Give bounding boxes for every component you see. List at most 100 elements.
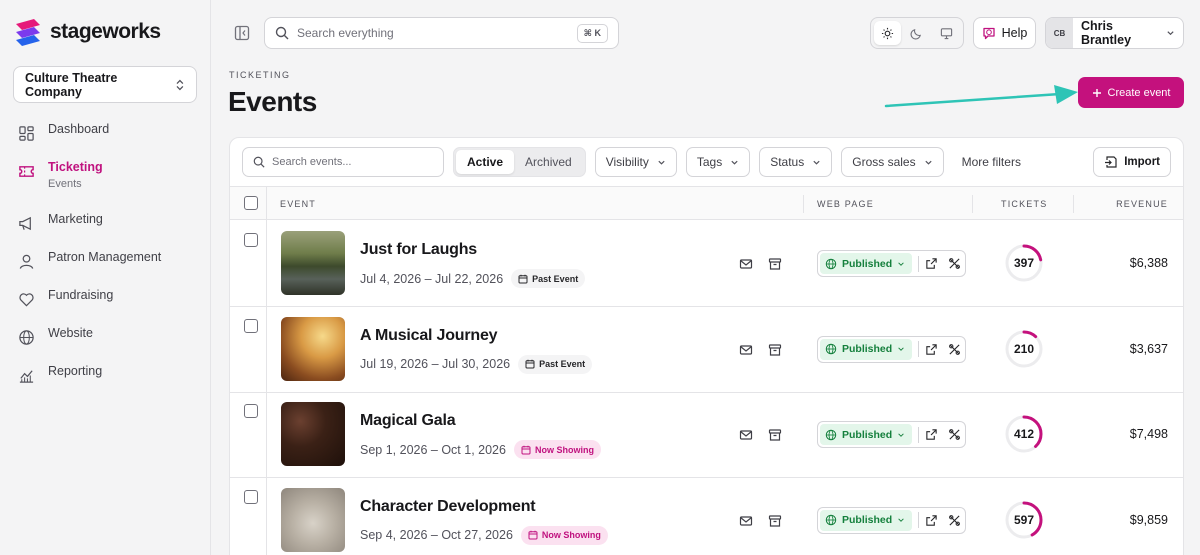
page-builder-icon[interactable]	[948, 257, 961, 270]
row-checkbox[interactable]	[244, 233, 258, 247]
web-status-select[interactable]: Published	[820, 509, 912, 531]
page-builder-icon[interactable]	[948, 514, 961, 527]
event-search-input[interactable]: Search events...	[242, 147, 444, 177]
event-thumbnail[interactable]	[281, 402, 345, 466]
sidebar-item-ticketing[interactable]: Ticketing Events	[18, 160, 198, 212]
event-thumbnail[interactable]	[281, 231, 345, 295]
external-link-icon[interactable]	[925, 343, 938, 356]
dark-theme-button[interactable]	[903, 21, 930, 45]
status-filter[interactable]: Status	[759, 147, 833, 177]
email-icon[interactable]	[739, 343, 753, 357]
web-status-select[interactable]: Published	[820, 338, 912, 360]
monitor-icon	[940, 27, 952, 39]
help-button[interactable]: Help	[973, 17, 1036, 49]
status-badge-label: Now Showing	[541, 530, 601, 540]
search-icon	[275, 26, 289, 40]
archive-icon[interactable]	[768, 257, 782, 271]
event-thumbnail[interactable]	[281, 316, 345, 381]
event-dates: Sep 1, 2026 – Oct 1, 2026 Now Showing	[360, 440, 601, 459]
event-thumbnail[interactable]	[281, 487, 345, 552]
import-label: Import	[1124, 156, 1160, 168]
sidebar-item-marketing[interactable]: Marketing	[18, 212, 198, 250]
collapse-sidebar-icon[interactable]	[233, 24, 251, 42]
tags-filter-label: Tags	[696, 155, 723, 169]
external-link-icon[interactable]	[925, 514, 938, 527]
page-builder-icon[interactable]	[948, 343, 961, 356]
table-row[interactable]: Just for Laughs Jul 4, 2026 – Jul 22, 20…	[230, 221, 1183, 307]
chevron-down-icon	[731, 160, 738, 165]
brand-logo[interactable]: stageworks	[12, 16, 161, 48]
web-status-label: Published	[842, 428, 893, 441]
system-theme-button[interactable]	[933, 21, 960, 45]
event-date-range: Sep 4, 2026 – Oct 27, 2026	[360, 528, 513, 542]
tab-archived[interactable]: Archived	[514, 150, 583, 174]
event-date-range: Jul 4, 2026 – Jul 22, 2026	[360, 271, 504, 286]
email-icon[interactable]	[739, 514, 753, 528]
table-row[interactable]: Magical Gala Sep 1, 2026 – Oct 1, 2026 N…	[230, 392, 1183, 478]
event-name[interactable]: A Musical Journey	[360, 327, 498, 345]
more-filters-button[interactable]: More filters	[962, 155, 1021, 169]
external-link-icon[interactable]	[925, 257, 938, 270]
archive-icon[interactable]	[768, 428, 782, 442]
table-row[interactable]: Character Development Sep 4, 2026 – Oct …	[230, 477, 1183, 555]
import-button[interactable]: Import	[1093, 147, 1171, 177]
sidebar-item-patron-management[interactable]: Patron Management	[18, 250, 198, 288]
sidebar-item-reporting[interactable]: Reporting	[18, 364, 198, 402]
web-status-select[interactable]: Published	[820, 424, 912, 445]
organization-name: Culture Theatre Company	[25, 70, 118, 99]
archive-icon[interactable]	[768, 343, 782, 357]
visibility-filter[interactable]: Visibility	[594, 147, 677, 177]
search-icon	[253, 156, 265, 168]
archive-icon[interactable]	[768, 514, 782, 528]
email-icon[interactable]	[739, 257, 753, 271]
create-event-button[interactable]: Create event	[1078, 77, 1184, 108]
column-header-event[interactable]: EVENT	[280, 199, 316, 209]
chevron-down-icon	[658, 160, 665, 165]
revenue-value: $6,388	[1129, 256, 1168, 270]
global-search-placeholder: Search everything	[297, 26, 394, 40]
event-dates: Jul 19, 2026 – Jul 30, 2026 Past Event	[360, 354, 593, 374]
row-checkbox[interactable]	[244, 404, 258, 418]
select-all-checkbox[interactable]	[244, 196, 258, 210]
gross-sales-filter[interactable]: Gross sales	[841, 147, 944, 177]
web-status-select[interactable]: Published	[820, 253, 912, 274]
global-search-input[interactable]: Search everything ⌘ K	[264, 17, 619, 49]
status-badge-label: Past Event	[539, 359, 586, 369]
event-name[interactable]: Magical Gala	[360, 412, 456, 430]
event-name[interactable]: Just for Laughs	[360, 241, 477, 259]
user-menu-button[interactable]: CB Chris Brantley	[1045, 17, 1184, 49]
sidebar-item-website[interactable]: Website	[18, 326, 198, 364]
page-builder-icon[interactable]	[948, 428, 961, 441]
sidebar-item-label: Fundraising	[48, 288, 114, 302]
globe-icon	[825, 429, 837, 440]
column-divider	[1073, 195, 1074, 213]
status-badge: Past Event	[518, 354, 593, 374]
dashboard-icon	[19, 126, 34, 141]
arrow-annotation-icon	[884, 85, 1078, 108]
tags-filter[interactable]: Tags	[685, 147, 751, 177]
divider	[918, 255, 919, 272]
external-link-icon[interactable]	[925, 428, 938, 441]
row-checkbox[interactable]	[244, 318, 258, 333]
chevron-up-down-icon	[176, 79, 184, 90]
visibility-filter-label: Visibility	[605, 155, 649, 169]
light-theme-button[interactable]	[874, 21, 902, 45]
sidebar-item-dashboard[interactable]: Dashboard	[18, 122, 198, 160]
column-header-web-page[interactable]: WEB PAGE	[817, 199, 874, 209]
email-icon[interactable]	[739, 428, 753, 442]
user-name: Chris Brantley	[1081, 19, 1132, 47]
column-header-tickets[interactable]: TICKETS	[1001, 199, 1047, 209]
tab-active[interactable]: Active	[456, 150, 515, 174]
organization-select[interactable]: Culture Theatre Company	[13, 66, 197, 103]
web-page-controls: Published	[817, 421, 966, 448]
sidebar-subitem-events[interactable]: Events	[48, 178, 103, 190]
table-row[interactable]: A Musical Journey Jul 19, 2026 – Jul 30,…	[230, 306, 1183, 393]
status-filter-label: Status	[770, 155, 805, 169]
plus-icon	[1092, 88, 1101, 97]
event-name[interactable]: Character Development	[360, 498, 536, 516]
column-header-revenue[interactable]: REVENUE	[1116, 199, 1168, 209]
web-page-controls: Published	[817, 335, 966, 363]
row-checkbox[interactable]	[244, 489, 258, 504]
web-status-label: Published	[842, 257, 893, 270]
sidebar-item-fundraising[interactable]: Fundraising	[18, 288, 198, 326]
